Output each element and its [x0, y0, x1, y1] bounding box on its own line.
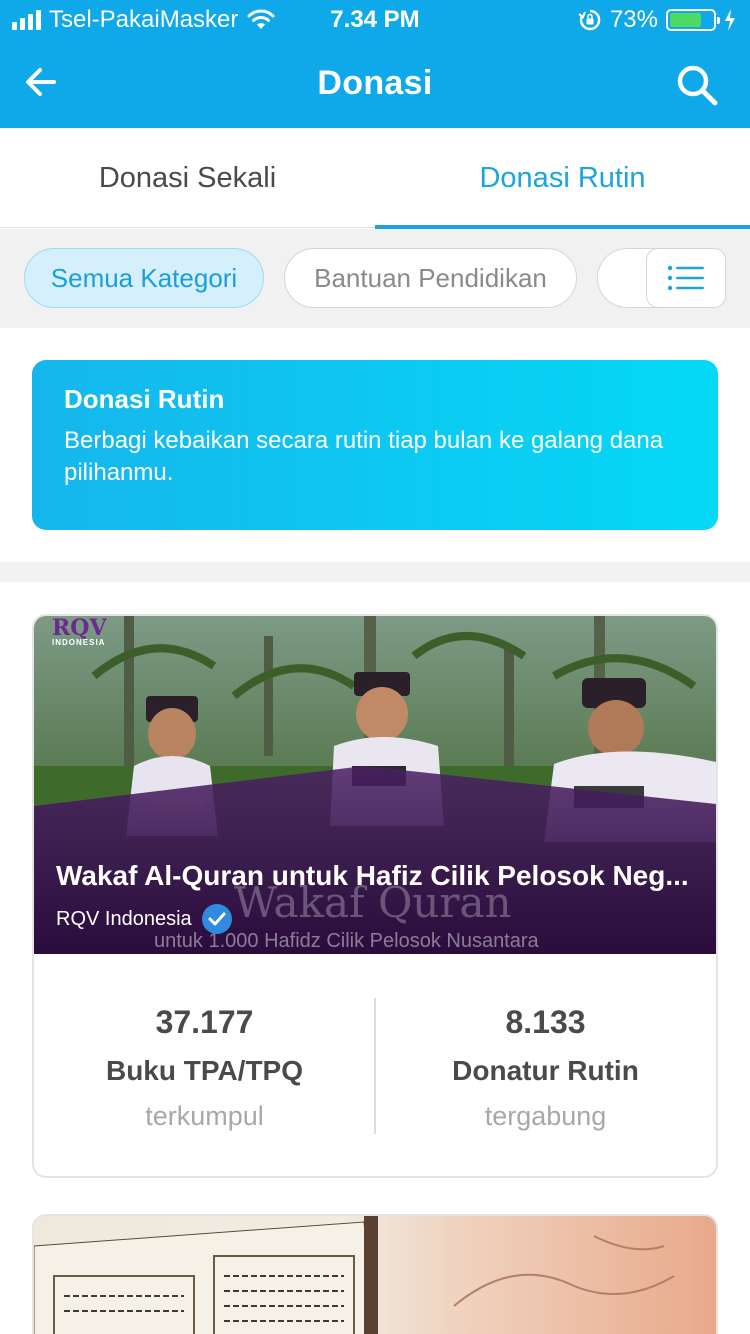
- rotation-lock-icon: [578, 9, 601, 31]
- page-title: Donasi: [317, 64, 433, 102]
- stat-books-value: 37.177: [155, 1004, 254, 1040]
- battery-icon: [666, 9, 720, 31]
- verified-icon: [201, 904, 232, 934]
- app-header: Tsel-PakaiMasker 7.34 PM 73% Donasi: [0, 0, 750, 128]
- list-view-button[interactable]: [646, 248, 726, 308]
- stat-donors-label: Donatur Rutin: [452, 1055, 639, 1086]
- donation-tabs: Donasi Sekali Donasi Rutin: [0, 128, 750, 229]
- stat-donors-value: 8.133: [505, 1004, 586, 1040]
- charging-icon: [725, 9, 735, 31]
- tab-donasi-rutin[interactable]: Donasi Rutin: [375, 128, 750, 229]
- search-icon[interactable]: [674, 62, 720, 108]
- chip-bantuan-pendidikan[interactable]: Bantuan Pendidikan: [284, 248, 577, 308]
- campaign-image: RQV INDONESIA Wakaf Quran untuk 1.000 Haf…: [34, 616, 716, 954]
- battery-percent: 73%: [609, 6, 658, 33]
- info-banner: Donasi Rutin Berbagi kebaikan secara rut…: [32, 360, 718, 530]
- tab-donasi-sekali[interactable]: Donasi Sekali: [0, 128, 375, 228]
- stat-donors: 8.133 Donatur Rutin tergabung: [375, 954, 716, 1176]
- status-right: 73%: [578, 6, 736, 34]
- banner-title: Donasi Rutin: [64, 384, 225, 414]
- banner-text: Berbagi kebaikan secara rutin tiap bulan…: [64, 427, 664, 486]
- status-bar: Tsel-PakaiMasker 7.34 PM 73%: [0, 0, 750, 40]
- navigation-bar: Donasi: [0, 40, 750, 128]
- stat-divider: [374, 998, 376, 1134]
- organizer-name: RQV Indonesia: [56, 907, 192, 930]
- chip-semua-kategori[interactable]: Semua Kategori: [24, 248, 264, 308]
- campaign-card-2[interactable]: [32, 1214, 718, 1334]
- list-icon: [667, 265, 704, 291]
- rqv-logo: RQV INDONESIA: [52, 616, 107, 647]
- campaign-stats: 37.177 Buku TPA/TPQ terkumpul 8.133 Dona…: [34, 954, 716, 1176]
- section-divider: [0, 562, 750, 582]
- battery-level: [670, 13, 701, 27]
- campaign-card[interactable]: RQV INDONESIA Wakaf Quran untuk 1.000 Haf…: [32, 614, 718, 1178]
- category-filter-bar[interactable]: Semua Kategori Bantuan Pendidikan: [0, 229, 750, 328]
- stat-donors-sub: tergabung: [484, 1101, 607, 1131]
- campaign-organizer: RQV Indonesia: [56, 904, 232, 934]
- stat-books-label: Buku TPA/TPQ: [105, 1055, 304, 1086]
- stat-books-sub: terkumpul: [145, 1101, 264, 1131]
- campaign-image-2: [34, 1216, 675, 1334]
- campaign-title: Wakaf Al-Quran untuk Hafiz Cilik Pelosok…: [56, 860, 689, 891]
- stat-books: 37.177 Buku TPA/TPQ terkumpul: [34, 954, 375, 1176]
